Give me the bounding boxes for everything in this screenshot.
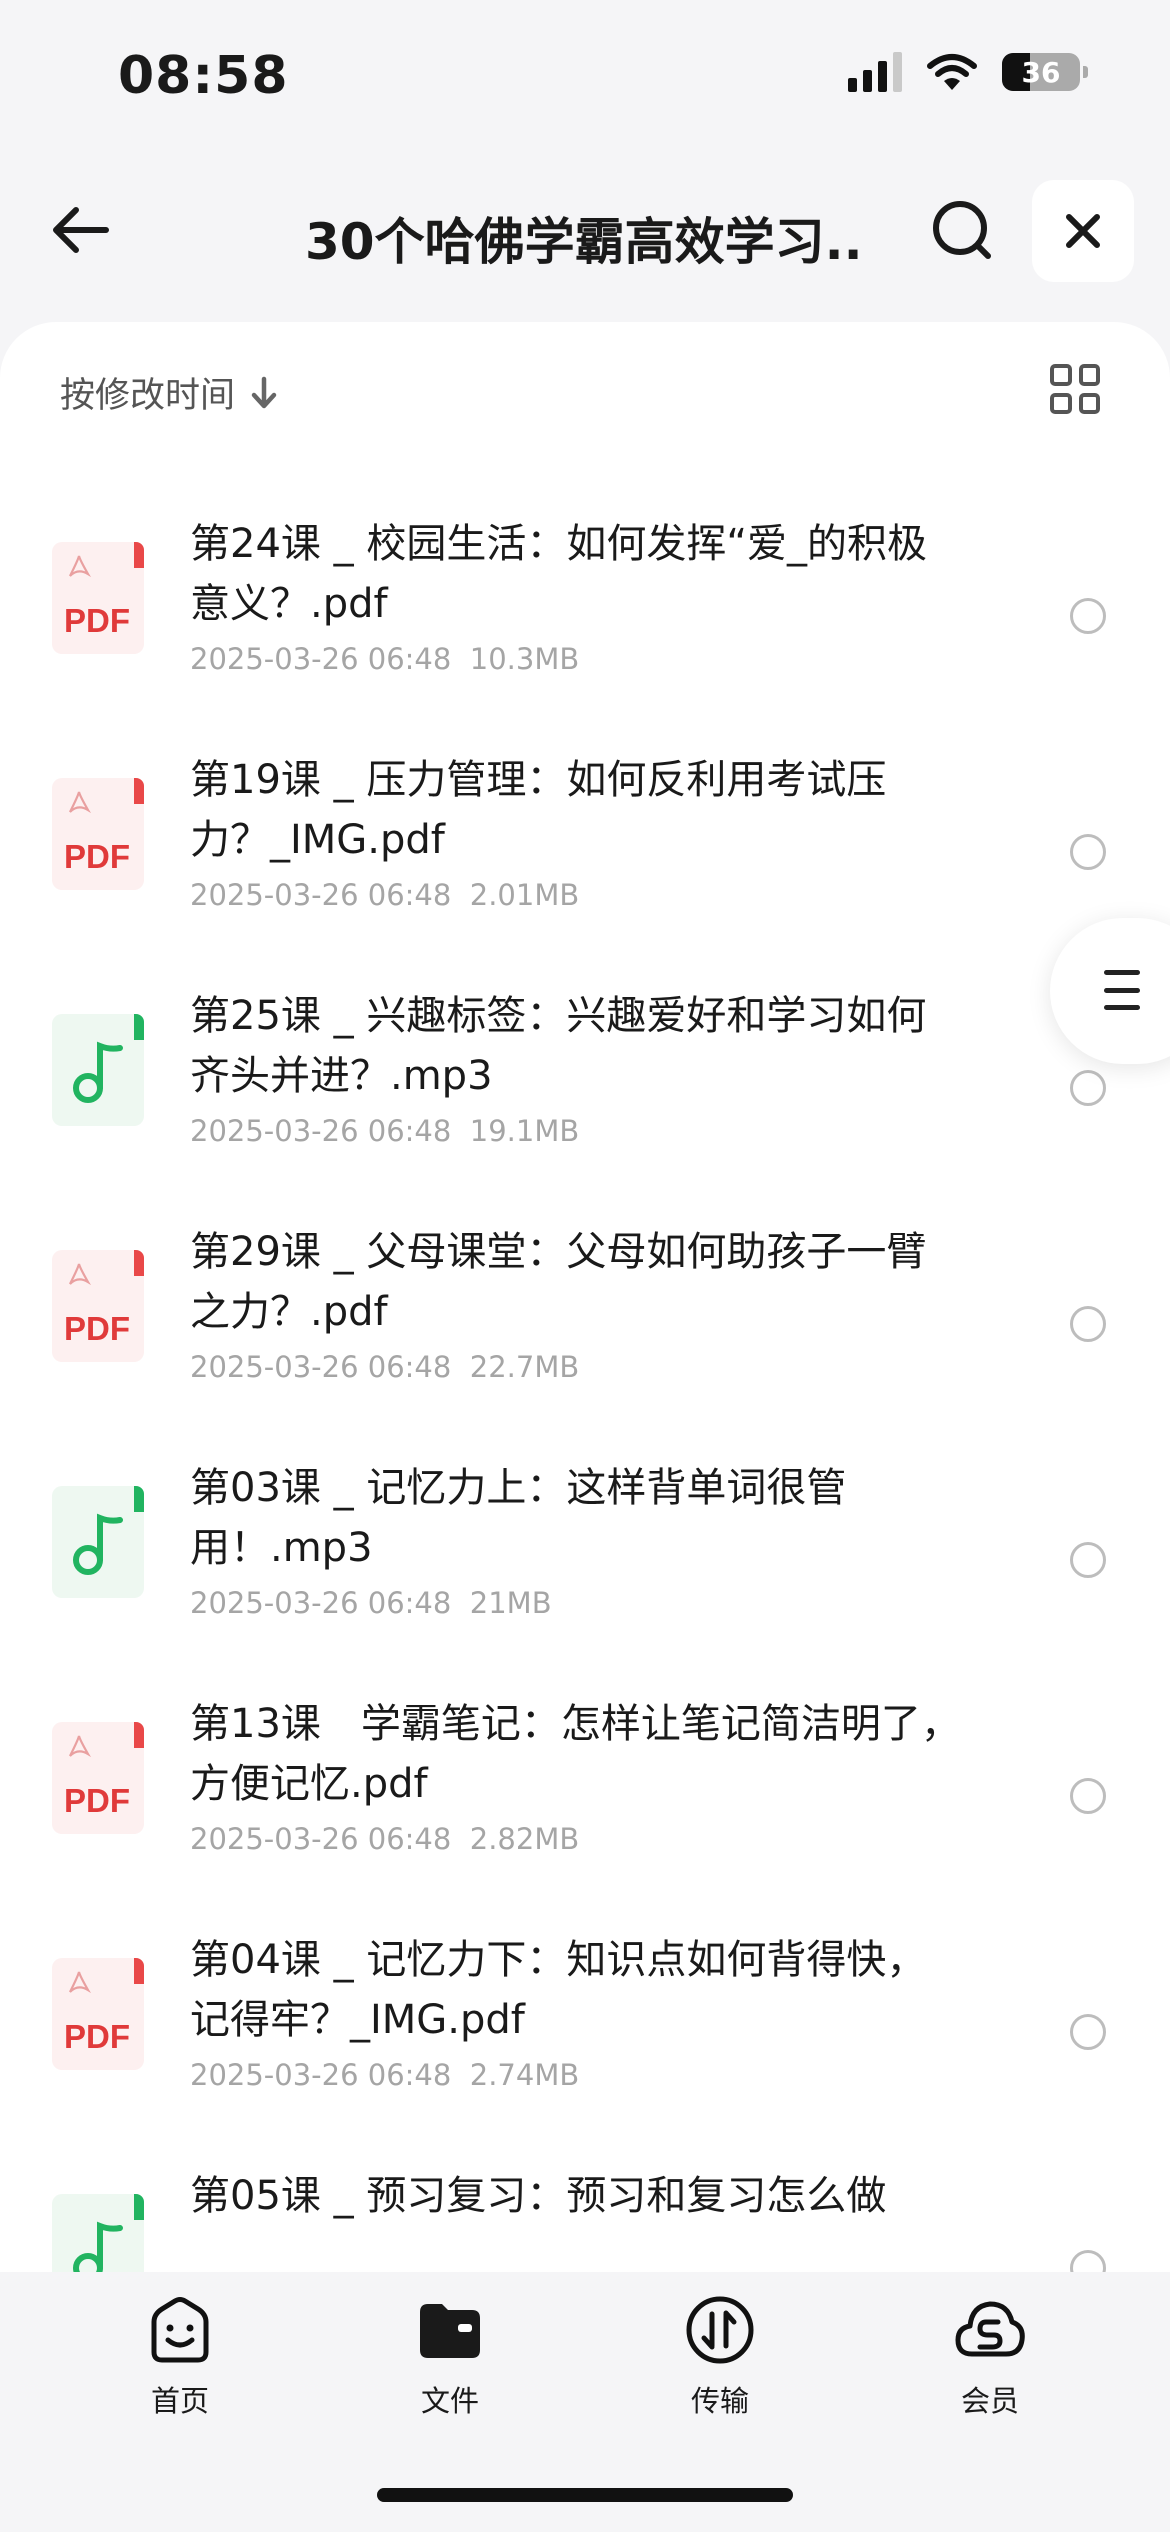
- pdf-file-icon: PDF: [52, 542, 144, 654]
- file-date: 2025-03-26 06:48: [190, 1822, 452, 1856]
- pdf-badge: PDF: [64, 1782, 130, 1819]
- transfer-icon: [686, 2296, 754, 2364]
- file-row[interactable]: 第25课 _ 兴趣标签：兴趣爱好和学习如何齐头并进？.mp3 2025-03-26…: [0, 974, 1170, 1210]
- close-icon: [1066, 214, 1100, 248]
- pdf-file-icon: PDF: [52, 1250, 144, 1362]
- pdf-file-icon: PDF: [52, 1958, 144, 2070]
- select-checkbox[interactable]: [1070, 1542, 1106, 1578]
- file-row[interactable]: 第05课 _ 预习复习：预习和复习怎么做: [0, 2154, 1170, 2272]
- file-date: 2025-03-26 06:48: [190, 2058, 452, 2092]
- wifi-icon: [927, 54, 977, 90]
- pdf-badge: PDF: [64, 602, 130, 639]
- nav-bar: 30个哈佛学霸高效学习...: [0, 180, 1170, 282]
- select-checkbox[interactable]: [1070, 2014, 1106, 2050]
- folder-icon: [420, 2304, 480, 2358]
- file-date: 2025-03-26 06:48: [190, 1114, 452, 1148]
- file-name: 第04课 _ 记忆力下：知识点如何背得快，记得牢？_IMG.pdf: [190, 1937, 927, 2043]
- cellular-signal-icon: [848, 52, 902, 92]
- tab-home[interactable]: 首页: [110, 2292, 250, 2420]
- tab-label: 会员: [960, 2384, 1019, 2418]
- file-name: 第29课 _ 父母课堂：父母如何助孩子一臂之力？.pdf: [190, 1229, 927, 1335]
- pdf-badge: PDF: [64, 2018, 130, 2055]
- file-row[interactable]: PDF 第19课 _ 压力管理：如何反利用考试压力？_IMG.pdf 2025-03…: [0, 738, 1170, 974]
- file-list-panel: 按修改时间 PDF 第24课 _ 校园生活：如何发挥“爱_的积极意义？.pdf 20…: [0, 322, 1170, 2272]
- file-meta: 2025-03-26 06:48 2.01MB: [190, 878, 579, 912]
- tab-label: 传输: [690, 2384, 749, 2418]
- status-time: 08:58: [118, 46, 289, 106]
- file-size: 2.82MB: [469, 1822, 580, 1856]
- battery-level: 36: [1021, 55, 1061, 89]
- select-checkbox[interactable]: [1070, 1778, 1106, 1814]
- screen: 08:58 36 30个哈佛学霸高效学习... 按修改时间 PDF 第24课 _…: [0, 0, 1170, 2532]
- file-meta: 2025-03-26 06:48 19.1MB: [190, 1114, 579, 1148]
- audio-file-icon: [52, 1486, 144, 1598]
- file-name: 第19课 _ 压力管理：如何反利用考试压力？_IMG.pdf: [190, 757, 887, 863]
- file-name: 第03课 _ 记忆力上：这样背单词很管用！.mp3: [190, 1465, 847, 1571]
- file-size: 2.01MB: [469, 878, 580, 912]
- tab-label: 文件: [420, 2384, 479, 2418]
- file-size: 19.1MB: [469, 1114, 580, 1148]
- arrow-left-icon: [53, 207, 109, 253]
- file-size: 22.7MB: [469, 1350, 580, 1384]
- sort-label: 按修改时间: [60, 376, 236, 416]
- select-checkbox[interactable]: [1070, 598, 1106, 634]
- select-checkbox[interactable]: [1070, 2250, 1106, 2272]
- file-meta: 2025-03-26 06:48 22.7MB: [190, 1350, 579, 1384]
- vip-cloud-icon: [955, 2301, 1025, 2357]
- file-name: 第25课 _ 兴趣标签：兴趣爱好和学习如何齐头并进？.mp3: [190, 993, 927, 1099]
- tab-label: 首页: [150, 2384, 209, 2418]
- file-name: 第24课 _ 校园生活：如何发挥“爱_的积极意义？.pdf: [190, 521, 928, 627]
- file-date: 2025-03-26 06:48: [190, 642, 452, 676]
- pdf-file-icon: PDF: [52, 1722, 144, 1834]
- file-size: 2.74MB: [469, 2058, 580, 2092]
- file-meta: 2025-03-26 06:48 10.3MB: [190, 642, 579, 676]
- tab-files[interactable]: 文件: [380, 2292, 520, 2420]
- file-size: 21MB: [469, 1586, 552, 1620]
- audio-file-icon: [52, 2194, 144, 2272]
- select-checkbox[interactable]: [1070, 1070, 1106, 1106]
- battery-icon: 36: [1002, 53, 1088, 91]
- file-date: 2025-03-26 06:48: [190, 1350, 452, 1384]
- tab-transfer[interactable]: 传输: [650, 2292, 790, 2420]
- grid-view-icon[interactable]: [1050, 364, 1100, 414]
- pdf-badge: PDF: [64, 838, 130, 875]
- file-date: 2025-03-26 06:48: [190, 1586, 452, 1620]
- menu-icon: [1104, 970, 1140, 1010]
- search-icon: [933, 201, 991, 259]
- file-name: 第05课 _ 预习复习：预习和复习怎么做: [190, 2173, 887, 2219]
- file-row[interactable]: PDF 第04课 _ 记忆力下：知识点如何背得快，记得牢？_IMG.pdf 2025…: [0, 1918, 1170, 2154]
- tab-vip[interactable]: 会员: [920, 2292, 1060, 2420]
- pdf-badge: PDF: [64, 1310, 130, 1347]
- select-checkbox[interactable]: [1070, 1306, 1106, 1342]
- status-bar: 08:58 36: [0, 0, 1170, 150]
- file-meta: 2025-03-26 06:48 21MB: [190, 1586, 552, 1620]
- select-checkbox[interactable]: [1070, 834, 1106, 870]
- file-meta: 2025-03-26 06:48 2.82MB: [190, 1822, 579, 1856]
- status-icons: 36: [848, 52, 1088, 92]
- home-indicator: [377, 2488, 793, 2502]
- file-row[interactable]: 第03课 _ 记忆力上：这样背单词很管用！.mp3 2025-03-26 06:4…: [0, 1446, 1170, 1682]
- sort-toggle[interactable]: 按修改时间: [60, 367, 279, 418]
- audio-file-icon: [52, 1014, 144, 1126]
- file-name: 第13课 学霸笔记：怎样让笔记简洁明了，方便记忆.pdf: [190, 1701, 961, 1807]
- file-size: 10.3MB: [469, 642, 580, 676]
- folder-title: 30个哈佛学霸高效学习...: [305, 213, 865, 271]
- close-button[interactable]: [1032, 180, 1134, 282]
- home-smile-icon: [151, 2297, 209, 2363]
- arrow-down-icon: [251, 376, 277, 408]
- file-row[interactable]: PDF 第13课 学霸笔记：怎样让笔记简洁明了，方便记忆.pdf 2025-03-2…: [0, 1682, 1170, 1918]
- file-list: PDF 第24课 _ 校园生活：如何发挥“爱_的积极意义？.pdf 2025-03-…: [0, 502, 1170, 2272]
- file-row[interactable]: PDF 第24课 _ 校园生活：如何发挥“爱_的积极意义？.pdf 2025-03-…: [0, 502, 1170, 738]
- pdf-file-icon: PDF: [52, 778, 144, 890]
- back-button[interactable]: [40, 190, 120, 270]
- file-meta: 2025-03-26 06:48 2.74MB: [190, 2058, 579, 2092]
- file-row[interactable]: PDF 第29课 _ 父母课堂：父母如何助孩子一臂之力？.pdf 2025-03-2…: [0, 1210, 1170, 1446]
- file-date: 2025-03-26 06:48: [190, 878, 452, 912]
- search-button[interactable]: [920, 188, 1004, 272]
